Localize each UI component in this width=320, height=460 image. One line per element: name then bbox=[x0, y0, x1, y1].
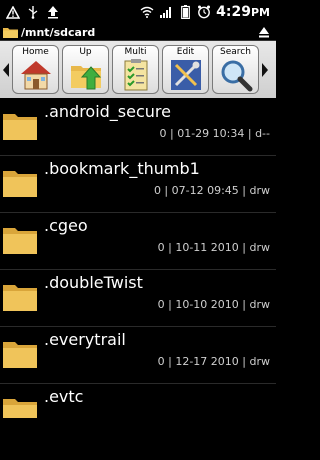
list-item[interactable]: .bookmark_thumb1 0 | 07-12 09:45 | drw bbox=[0, 155, 276, 213]
wifi-icon bbox=[140, 5, 154, 19]
multi-button[interactable]: Multi bbox=[112, 45, 159, 94]
chevron-right-icon bbox=[262, 62, 268, 77]
current-path: /mnt/sdcard bbox=[21, 25, 96, 39]
bottom-area bbox=[0, 418, 276, 460]
folder-icon bbox=[3, 114, 37, 140]
list-item[interactable]: .cgeo 0 | 10-11 2010 | drw bbox=[0, 212, 276, 270]
home-button[interactable]: Home bbox=[12, 45, 59, 94]
file-meta: 0 | 10-11 2010 | drw bbox=[157, 241, 270, 254]
file-name: .bookmark_thumb1 bbox=[44, 159, 200, 178]
folder-icon bbox=[3, 285, 37, 311]
search-button-label: Search bbox=[220, 47, 251, 57]
toolbar-scroll-right[interactable] bbox=[259, 41, 271, 98]
list-item[interactable]: .doubleTwist 0 | 10-10 2010 | drw bbox=[0, 269, 276, 327]
file-meta: 0 | 01-29 10:34 | d-- bbox=[159, 127, 270, 140]
file-name: .evtc bbox=[44, 387, 84, 406]
file-list: .android_secure 0 | 01-29 10:34 | d-- .b… bbox=[0, 98, 276, 418]
checklist-icon bbox=[124, 59, 147, 91]
file-name: .doubleTwist bbox=[44, 273, 143, 292]
house-icon bbox=[20, 61, 51, 90]
warning-icon bbox=[6, 5, 20, 19]
usb-icon bbox=[26, 5, 40, 19]
status-bar: 4:29PM bbox=[0, 0, 276, 24]
file-meta: 0 | 12-17 2010 | drw bbox=[157, 355, 270, 368]
folder-icon bbox=[3, 342, 37, 368]
eject-icon[interactable] bbox=[258, 26, 270, 38]
up-button-label: Up bbox=[79, 47, 92, 57]
folder-icon bbox=[3, 171, 37, 197]
file-meta: 0 | 10-10 2010 | drw bbox=[157, 298, 270, 311]
folder-up-icon bbox=[70, 66, 101, 90]
toolbar: Home Up Multi Edit Search bbox=[0, 41, 276, 98]
list-item[interactable]: .android_secure 0 | 01-29 10:34 | d-- bbox=[0, 98, 276, 156]
folder-icon bbox=[3, 399, 37, 418]
path-bar: /mnt/sdcard bbox=[0, 24, 276, 41]
file-name: .cgeo bbox=[44, 216, 88, 235]
edit-button-label: Edit bbox=[176, 47, 195, 57]
folder-icon bbox=[3, 228, 37, 254]
search-button[interactable]: Search bbox=[212, 45, 259, 94]
upload-icon bbox=[46, 5, 60, 19]
multi-button-label: Multi bbox=[124, 47, 147, 57]
file-name: .android_secure bbox=[44, 102, 171, 121]
home-button-label: Home bbox=[22, 47, 49, 57]
folder-icon bbox=[3, 27, 18, 38]
magnifier-icon bbox=[221, 60, 252, 92]
status-clock: 4:29PM bbox=[216, 4, 270, 20]
tools-icon bbox=[170, 60, 201, 90]
file-meta: 0 | 07-12 09:45 | drw bbox=[153, 184, 270, 197]
chevron-left-icon bbox=[3, 62, 9, 77]
signal-icon bbox=[159, 5, 173, 19]
list-item[interactable]: .everytrail 0 | 12-17 2010 | drw bbox=[0, 326, 276, 384]
toolbar-scroll-left[interactable] bbox=[0, 41, 12, 98]
up-button[interactable]: Up bbox=[62, 45, 109, 94]
battery-icon bbox=[178, 5, 192, 19]
alarm-clock-icon bbox=[197, 5, 211, 19]
list-item[interactable]: .evtc bbox=[0, 383, 276, 418]
file-name: .everytrail bbox=[44, 330, 126, 349]
edit-button[interactable]: Edit bbox=[162, 45, 209, 94]
